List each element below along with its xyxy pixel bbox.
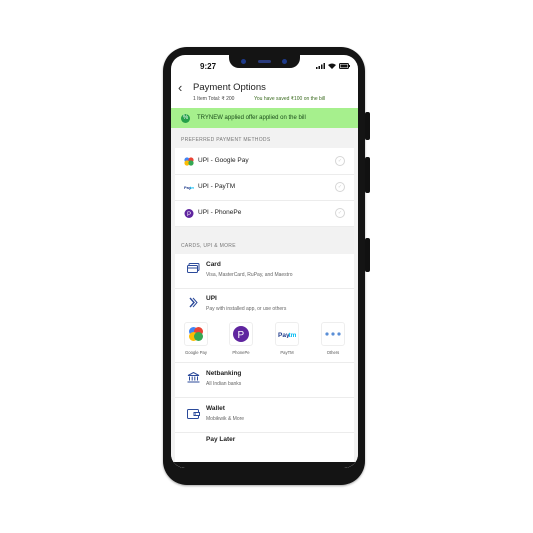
phonepe-icon: P: [184, 209, 194, 218]
option-pay-later[interactable]: Pay Later: [175, 433, 354, 463]
upi-app-icon-box: Pay tm: [275, 322, 299, 346]
page-header: ‹ Payment Options 1 Item Total: ₹ 200 Yo…: [171, 76, 358, 108]
preferred-item-label: UPI - Google Pay: [198, 157, 249, 164]
upi-app-others[interactable]: Others: [321, 322, 345, 355]
phone-screen: 9:27 ‹ Payment Options 1 Item Total: ₹ 2…: [171, 55, 358, 468]
upi-app-name: Others: [326, 350, 340, 355]
preferred-item-label: UPI - PayTM: [198, 183, 236, 190]
upi-app-icon-box: [184, 322, 208, 346]
check-icon[interactable]: ✓: [335, 182, 345, 192]
option-wallet[interactable]: Wallet Mobikwik & More: [175, 398, 354, 432]
option-wallet-subtitle: Mobikwik & More: [206, 416, 245, 422]
option-upi-title: UPI: [206, 295, 217, 302]
power-button: [365, 238, 370, 272]
side-button: [365, 112, 370, 140]
payment-body: PREFERRED PAYMENT METHODS UPI - Google P…: [171, 128, 358, 468]
payment-options-card: Card Visa, MasterCard, RuPay, and Maestr…: [175, 254, 354, 468]
wifi-icon: [328, 63, 336, 69]
option-wallet-title: Wallet: [206, 405, 225, 412]
option-card[interactable]: Card Visa, MasterCard, RuPay, and Maestr…: [175, 254, 354, 288]
option-pay-later-title: Pay Later: [206, 436, 236, 443]
paytm-icon: Pay tm: [278, 332, 297, 338]
offer-banner: % TRYNEW applied offer applied on the bi…: [171, 108, 358, 128]
status-bar: 9:27: [171, 59, 358, 73]
upi-app-name: PhonePe: [232, 350, 250, 355]
more-section-title: CARDS, UPI & MORE: [181, 243, 236, 249]
signal-icon: [316, 63, 325, 69]
item-total: 1 Item Total: ₹ 200: [193, 96, 235, 102]
preferred-item-google-pay[interactable]: UPI - Google Pay ✓: [175, 148, 354, 175]
option-netbanking[interactable]: Netbanking All Indian banks: [175, 363, 354, 397]
preferred-item-phonepe[interactable]: P UPI - PhonePe ✓: [175, 200, 354, 227]
volume-button: [365, 157, 370, 193]
svg-text:P: P: [238, 330, 245, 341]
check-icon[interactable]: ✓: [335, 208, 345, 218]
phonepe-icon: P: [233, 326, 249, 342]
offer-percent-icon: %: [181, 113, 190, 123]
status-icons: [316, 63, 350, 69]
svg-text:P: P: [187, 212, 191, 218]
upi-app-icon-box: P: [229, 322, 253, 346]
check-icon[interactable]: ✓: [335, 156, 345, 166]
bank-icon: [187, 372, 200, 383]
upi-app-name: Google Pay: [185, 350, 207, 355]
paytm-icon: Pay tm: [184, 185, 194, 190]
credit-card-icon: [187, 263, 200, 273]
offer-text: TRYNEW applied offer applied on the bill: [197, 115, 306, 121]
more-dots-icon: [325, 332, 341, 336]
upi-app-paytm[interactable]: Pay tm PayTM: [275, 322, 299, 355]
svg-text:tm: tm: [289, 332, 297, 338]
back-arrow-icon[interactable]: ‹: [178, 81, 182, 94]
status-time: 9:27: [200, 62, 217, 71]
wallet-icon: [187, 409, 200, 419]
option-card-title: Card: [206, 261, 221, 268]
google-pay-icon: [184, 157, 194, 166]
svg-text:tm: tm: [190, 185, 194, 190]
preferred-item-label: UPI - PhonePe: [198, 209, 242, 216]
battery-icon: [339, 63, 350, 69]
upi-app-phonepe[interactable]: P PhonePe: [229, 322, 253, 355]
upi-app-icon-box: [321, 322, 345, 346]
option-netbanking-title: Netbanking: [206, 370, 242, 377]
page-title: Payment Options: [193, 82, 266, 93]
preferred-section-title: PREFERRED PAYMENT METHODS: [181, 137, 271, 143]
upi-icon: [189, 297, 198, 308]
option-upi-subtitle: Pay with installed app, or use others: [206, 306, 287, 312]
upi-app-name: PayTM: [280, 350, 294, 355]
preferred-methods-card: UPI - Google Pay ✓ Pay tm UPI - PayTM ✓ …: [175, 148, 354, 227]
upi-app-google-pay[interactable]: Google Pay: [184, 322, 208, 355]
preferred-item-paytm[interactable]: Pay tm UPI - PayTM ✓: [175, 174, 354, 201]
option-upi[interactable]: UPI Pay with installed app, or use other…: [175, 289, 354, 319]
screen-bottom-bezel: [171, 462, 358, 468]
google-pay-icon: [189, 327, 203, 341]
option-netbanking-subtitle: All Indian banks: [206, 381, 242, 387]
savings-text: You have saved ₹100 on the bill: [254, 96, 326, 102]
option-card-subtitle: Visa, MasterCard, RuPay, and Maestro: [206, 272, 293, 278]
